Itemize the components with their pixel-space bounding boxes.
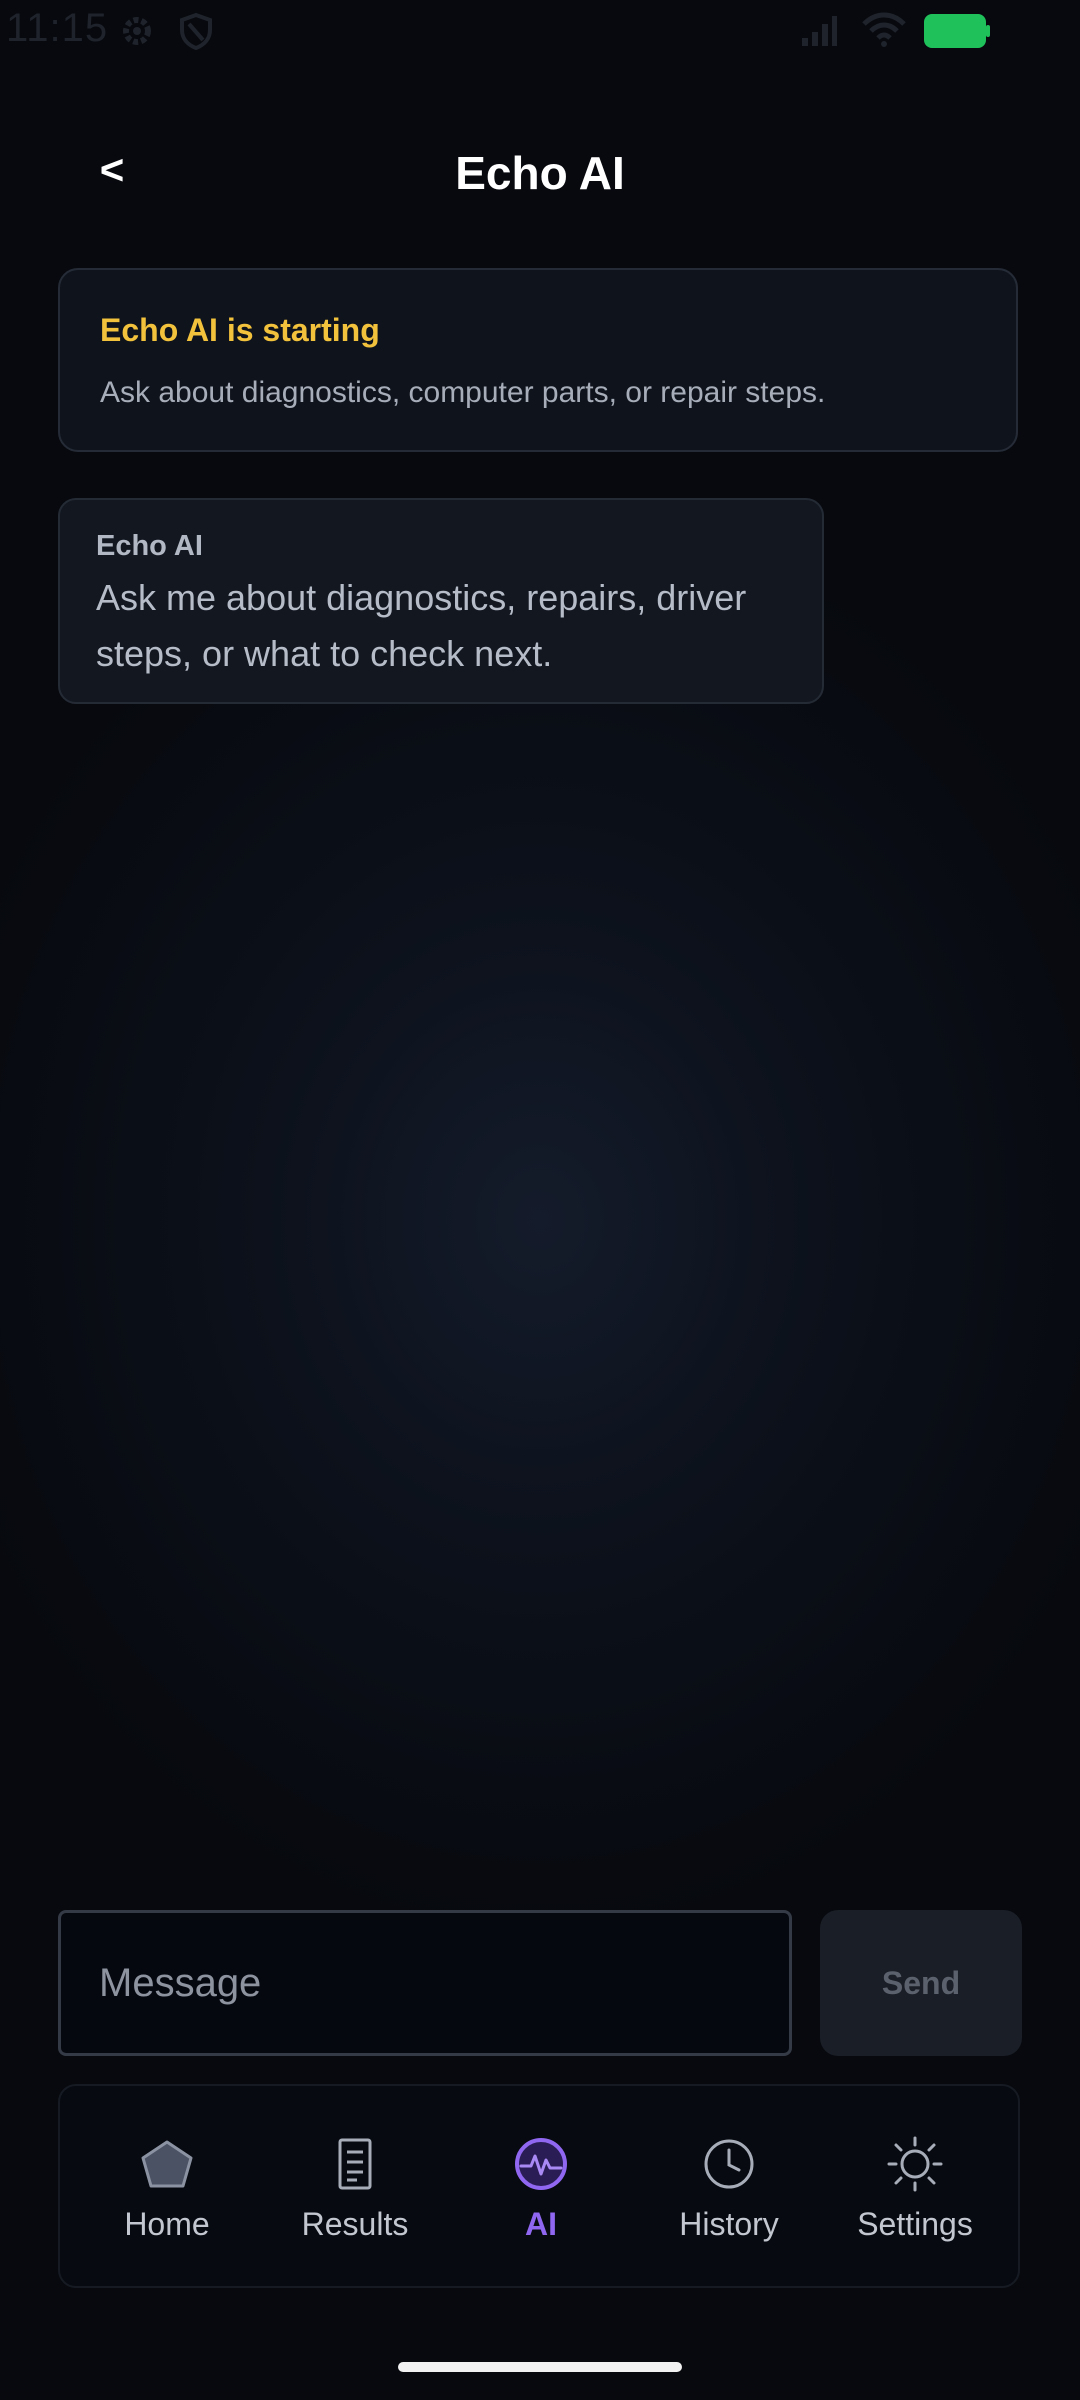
shield-icon [180,12,212,50]
nav-item-home[interactable]: Home [82,2086,252,2286]
sun-icon [887,2136,943,2192]
chat-message: Echo AI Ask me about diagnostics, repair… [58,498,824,704]
page-title: Echo AI [455,147,625,199]
pentagon-home-icon [141,2140,193,2188]
back-button[interactable]: < [84,140,140,200]
wifi-icon [862,12,906,47]
home-indicator[interactable] [398,2362,682,2372]
message-sender: Echo AI [96,530,203,562]
send-button[interactable]: Send [820,1910,1022,2056]
battery-icon [924,14,990,48]
status-card: Echo AI is starting Ask about diagnostic… [58,268,1018,452]
status-card-text: Ask about diagnostics, computer parts, o… [100,376,826,409]
nav-label-history: History [679,2206,779,2242]
message-input[interactable] [58,1910,792,2056]
nav-item-history[interactable]: History [644,2086,814,2286]
signal-icon [802,16,837,46]
clock-icon [704,2139,754,2189]
status-card-title: Echo AI is starting [100,312,380,348]
pulse-icon [515,2138,567,2190]
status-time: 11:15 [6,6,109,50]
message-text: Ask me about diagnostics, repairs, drive… [96,577,747,674]
nav-item-ai[interactable]: AI [456,2086,626,2286]
nav-label-home: Home [124,2206,210,2242]
screen: 11:15 < Echo AI Echo AI is starting Ask … [0,0,1080,2400]
gear-icon [123,17,151,45]
nav-label-ai: AI [525,2206,557,2242]
nav-item-settings[interactable]: Settings [830,2086,1000,2286]
nav-item-results[interactable]: Results [270,2086,440,2286]
status-bar: 11:15 [0,0,1080,60]
nav-label-results: Results [301,2206,409,2242]
document-icon [338,2138,372,2190]
bottom-nav: Home Results AI History Settings [58,2084,1020,2288]
nav-label-settings: Settings [857,2206,973,2242]
